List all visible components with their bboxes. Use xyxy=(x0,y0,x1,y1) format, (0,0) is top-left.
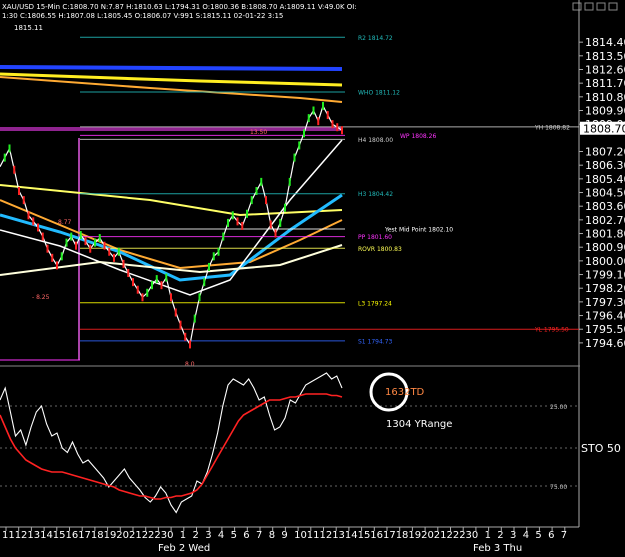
x-tick-label: 19 xyxy=(408,530,421,541)
x-tick-label: 6 xyxy=(243,530,249,541)
x-tick-label: 11 xyxy=(2,530,15,541)
price-tick-label: 1796.40 xyxy=(585,310,625,323)
last-price-label: 1808.70 xyxy=(583,123,625,136)
day-label: Feb 2 Wed xyxy=(158,543,210,554)
price-tick-label: 1810.80 xyxy=(585,91,625,104)
pivot-level-label: ROVR 1800.83 xyxy=(358,246,402,253)
x-tick-label: 8 xyxy=(269,530,275,541)
x-tick-label: 13 xyxy=(27,530,40,541)
x-tick-label: 2 xyxy=(193,530,199,541)
price-tick-label: 1806.30 xyxy=(585,159,625,172)
x-tick-label: 19 xyxy=(104,530,117,541)
pivot-level-label: R2 1814.72 xyxy=(358,35,393,42)
yrange-annotation: 1304 YRange xyxy=(386,419,452,430)
x-tick-label: 13 xyxy=(332,530,345,541)
x-tick-label: 17 xyxy=(78,530,91,541)
price-tick-label: 1812.60 xyxy=(585,63,625,76)
header-line-2: 1:30 C:1806.55 H:1807.08 L:1805.45 O:180… xyxy=(2,12,283,20)
x-tick-label: 3 xyxy=(205,530,211,541)
x-tick-label: 9 xyxy=(281,530,287,541)
trading-chart: XAU/USD 15-Min C:1808.70 N:7.87 H:1810.6… xyxy=(0,0,625,557)
price-tick-label: 1795.50 xyxy=(585,323,625,336)
x-tick-label: 21 xyxy=(434,530,447,541)
moving-average-line xyxy=(0,65,343,71)
band-magenta xyxy=(0,127,342,131)
header-line-1: XAU/USD 15-Min C:1808.70 N:7.87 H:1810.6… xyxy=(2,3,357,11)
session-divider xyxy=(78,138,80,360)
td-annotation: 1632TD xyxy=(385,387,425,398)
x-tick-label: 17 xyxy=(383,530,396,541)
pivot-level-label: L3 1797.24 xyxy=(358,300,392,307)
price-tick-label: 1809.90 xyxy=(585,105,625,118)
x-tick-label: 18 xyxy=(396,530,409,541)
x-tick-label: 4 xyxy=(218,530,224,541)
x-tick-label: 5 xyxy=(535,530,541,541)
x-tick-label: 12 xyxy=(320,530,333,541)
pivot-level-label: PP 1801.60 xyxy=(358,234,392,241)
x-tick-label: 4 xyxy=(523,530,529,541)
x-tick-label: 16 xyxy=(370,530,383,541)
pivot-level-label: S1 1794.73 xyxy=(358,338,393,345)
price-tick-label: 1800.00 xyxy=(585,255,625,268)
pivot-level-label: Yest Mid Point 1802.10 xyxy=(384,226,453,233)
price-annotation: 13.50 xyxy=(250,129,267,136)
pivot-level-label: YH 1808.82 xyxy=(534,124,570,131)
price-tick-label: 1794.60 xyxy=(585,337,625,350)
price-tick-label: 1800.90 xyxy=(585,241,625,254)
pivot-level-label: H3 1804.42 xyxy=(358,191,393,198)
oscillator-tick-label: 75.00 xyxy=(550,484,567,491)
price-tick-label: 1804.50 xyxy=(585,187,625,200)
x-tick-label: 15 xyxy=(358,530,371,541)
x-tick-label: 5 xyxy=(231,530,237,541)
x-tick-label: 6 xyxy=(548,530,554,541)
price-tick-label: 1805.40 xyxy=(585,173,625,186)
x-tick-label: 12 xyxy=(15,530,28,541)
x-tick-label: 18 xyxy=(91,530,104,541)
price-tick-label: 1807.20 xyxy=(585,146,625,159)
price-tick-label: 1814.40 xyxy=(585,36,625,49)
price-y-axis: 1814.401813.501812.601811.701810.801809.… xyxy=(579,36,625,350)
price-annotation: 8.0 xyxy=(185,361,195,368)
x-tick-label: 11 xyxy=(307,530,320,541)
x-tick-label: 20 xyxy=(116,530,129,541)
pivot-level-label: H4 1808.00 xyxy=(358,137,393,144)
pivot-level-label: YL 1795.50 xyxy=(534,327,569,334)
header-line-3: 1815.11 xyxy=(14,24,43,32)
price-tick-label: 1802.70 xyxy=(585,214,625,227)
x-tick-label: 7 xyxy=(256,530,262,541)
x-tick-label: 2 xyxy=(497,530,503,541)
x-tick-label: 1 xyxy=(485,530,491,541)
oscillator-axis-label: STO 50 xyxy=(581,442,621,455)
oscillator-tick-label: 25.00 xyxy=(550,404,567,411)
x-tick-label: 7 xyxy=(561,530,567,541)
x-tick-label: 21 xyxy=(129,530,142,541)
x-tick-label: 23 xyxy=(459,530,472,541)
pivot-level-label: WHO 1811.12 xyxy=(358,89,400,96)
x-tick-label: 14 xyxy=(345,530,358,541)
price-annotation: - 8.25 xyxy=(32,294,50,301)
price-tick-label: 1801.80 xyxy=(585,228,625,241)
x-tick-label: 16 xyxy=(66,530,79,541)
x-tick-label: 0 xyxy=(167,530,173,541)
pivot-level-label: WP 1808.26 xyxy=(400,133,436,140)
x-tick-label: 22 xyxy=(142,530,155,541)
x-tick-label: 10 xyxy=(294,530,307,541)
x-tick-label: 23 xyxy=(154,530,167,541)
price-tick-label: 1799.10 xyxy=(585,269,625,282)
price-tick-label: 1798.20 xyxy=(585,282,625,295)
x-tick-label: 3 xyxy=(510,530,516,541)
price-tick-label: 1803.60 xyxy=(585,200,625,213)
x-tick-label: 0 xyxy=(472,530,478,541)
price-tick-label: 1797.30 xyxy=(585,296,625,309)
x-tick-label: 1 xyxy=(180,530,186,541)
day-label: Feb 3 Thu xyxy=(473,543,522,554)
price-tick-label: 1813.50 xyxy=(585,50,625,63)
x-tick-label: 14 xyxy=(40,530,53,541)
x-tick-label: 15 xyxy=(53,530,66,541)
price-tick-label: 1811.70 xyxy=(585,77,625,90)
x-tick-label: 20 xyxy=(421,530,434,541)
price-annotation: 8.77 xyxy=(58,219,72,226)
x-tick-label: 22 xyxy=(447,530,460,541)
